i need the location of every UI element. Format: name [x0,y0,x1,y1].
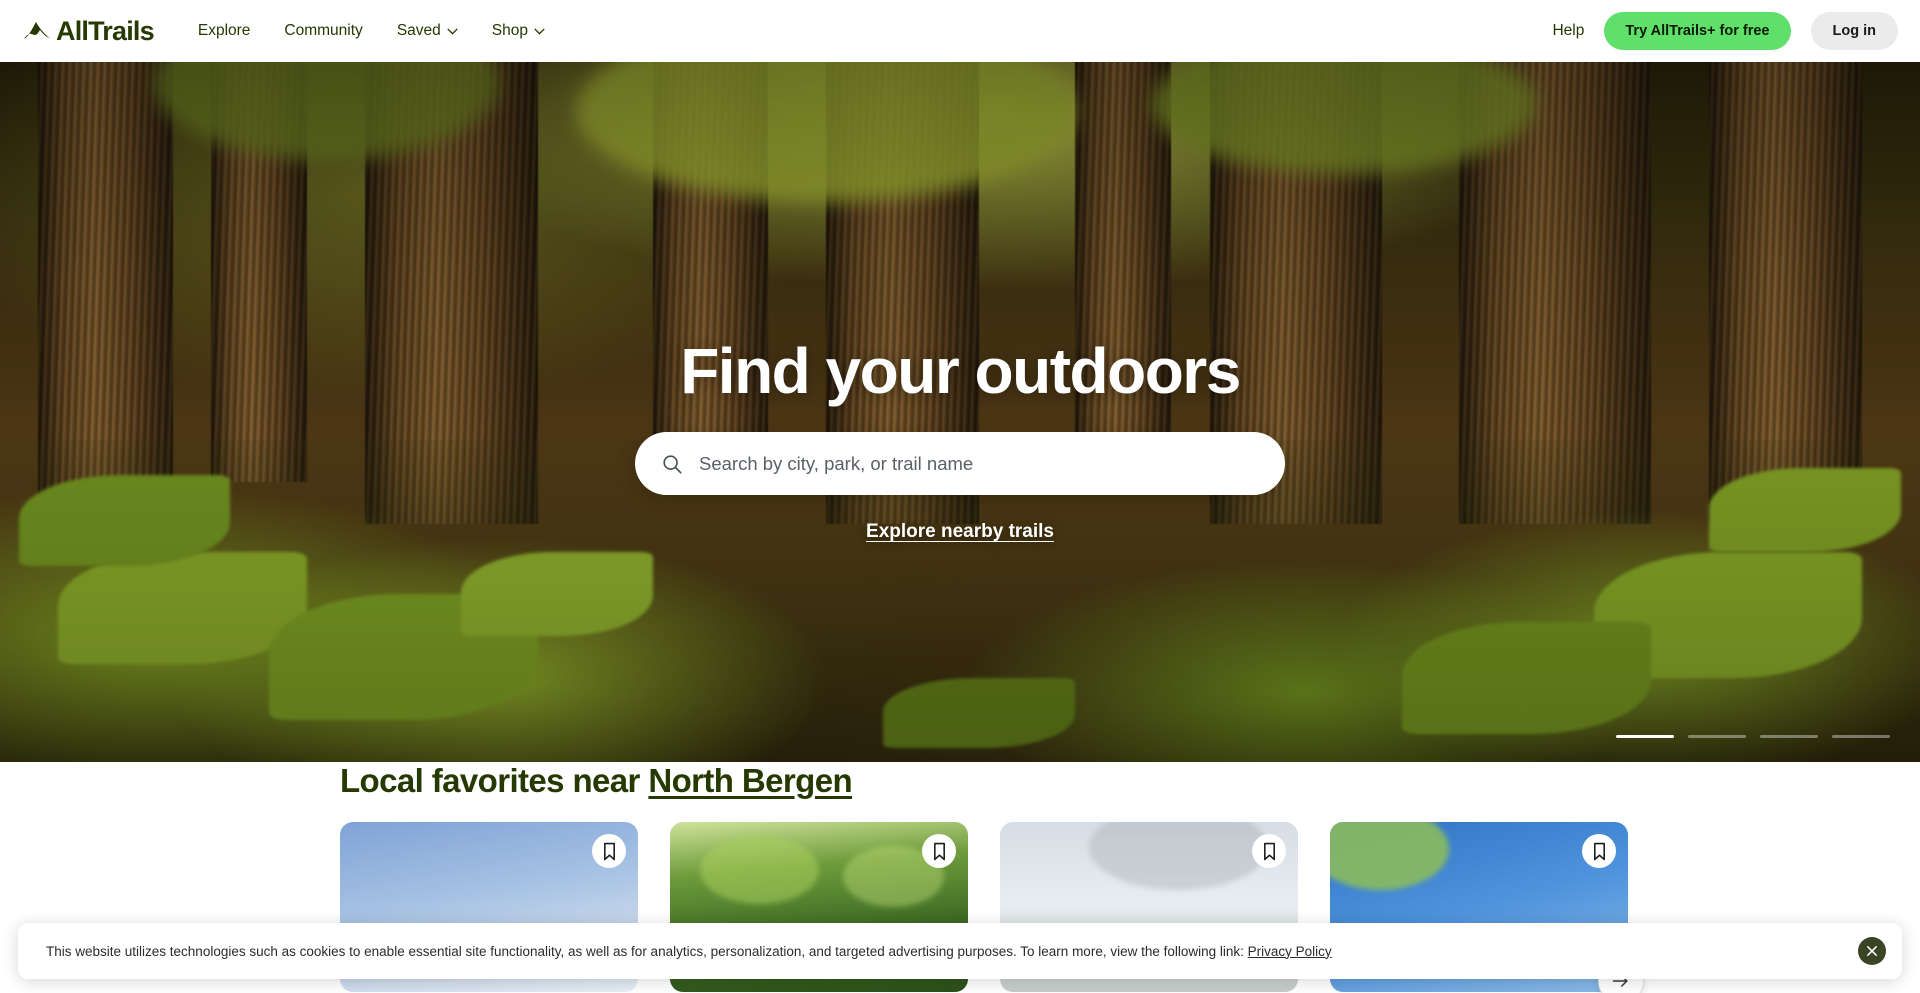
close-icon [1867,946,1877,956]
login-button[interactable]: Log in [1810,12,1898,50]
hero-title: Find your outdoors [680,335,1241,407]
bookmark-icon [1593,842,1605,860]
cookie-consent-banner: This website utilizes technologies such … [18,923,1902,979]
bookmark-icon [603,842,615,860]
nav-item-saved[interactable]: Saved [397,22,458,40]
nav-label: Saved [396,22,441,39]
cookie-close-button[interactable] [1858,937,1886,965]
hero-section: Find your outdoors Explore nearby trails [0,62,1920,762]
nav-label: Shop [491,22,528,39]
search-icon [663,454,682,474]
section-title-prefix: Local favorites near [340,762,649,799]
bookmark-button[interactable] [922,834,956,868]
try-alltrails-plus-button[interactable]: Try AllTrails+ for free [1604,12,1791,50]
header-actions: Help Try AllTrails+ for free Log in [1552,12,1898,50]
cookie-banner-text: This website utilizes technologies such … [46,944,1332,959]
nav-item-explore[interactable]: Explore [198,22,251,40]
explore-nearby-trails-link[interactable]: Explore nearby trails [866,521,1054,543]
nav-item-shop[interactable]: Shop [492,22,545,40]
main-nav: Explore Community Saved Shop [198,22,545,40]
chevron-down-icon [447,28,458,35]
hero-content: Find your outdoors Explore nearby trails [0,62,1920,543]
carousel-bar-2[interactable] [1688,735,1746,738]
nav-label: Explore [197,22,251,39]
privacy-policy-link[interactable]: Privacy Policy [1248,944,1332,959]
carousel-bar-1[interactable] [1616,735,1674,738]
mountain-logo-icon [24,22,50,39]
hero-search-bar[interactable] [635,432,1285,495]
help-link[interactable]: Help [1552,22,1584,40]
carousel-bar-3[interactable] [1760,735,1818,738]
chevron-down-icon [534,28,545,35]
bookmark-icon [933,842,945,860]
bookmark-icon [1263,842,1275,860]
nav-label: Community [284,22,363,39]
site-header: AllTrails Explore Community Saved Shop H… [0,0,1920,62]
bookmark-button[interactable] [1582,834,1616,868]
carousel-bar-4[interactable] [1832,735,1890,738]
section-title: Local favorites near North Bergen [340,762,1920,800]
nav-item-community[interactable]: Community [284,22,362,40]
hero-carousel-indicators [1616,735,1890,738]
location-link[interactable]: North Bergen [648,762,852,799]
bookmark-button[interactable] [1252,834,1286,868]
search-input[interactable] [699,452,1259,475]
logo-wordmark: AllTrails [56,15,155,46]
alltrails-logo[interactable]: AllTrails [22,15,155,47]
cookie-text-body: This website utilizes technologies such … [46,943,1248,959]
bookmark-button[interactable] [592,834,626,868]
page-root: AllTrails Explore Community Saved Shop H… [0,0,1920,993]
